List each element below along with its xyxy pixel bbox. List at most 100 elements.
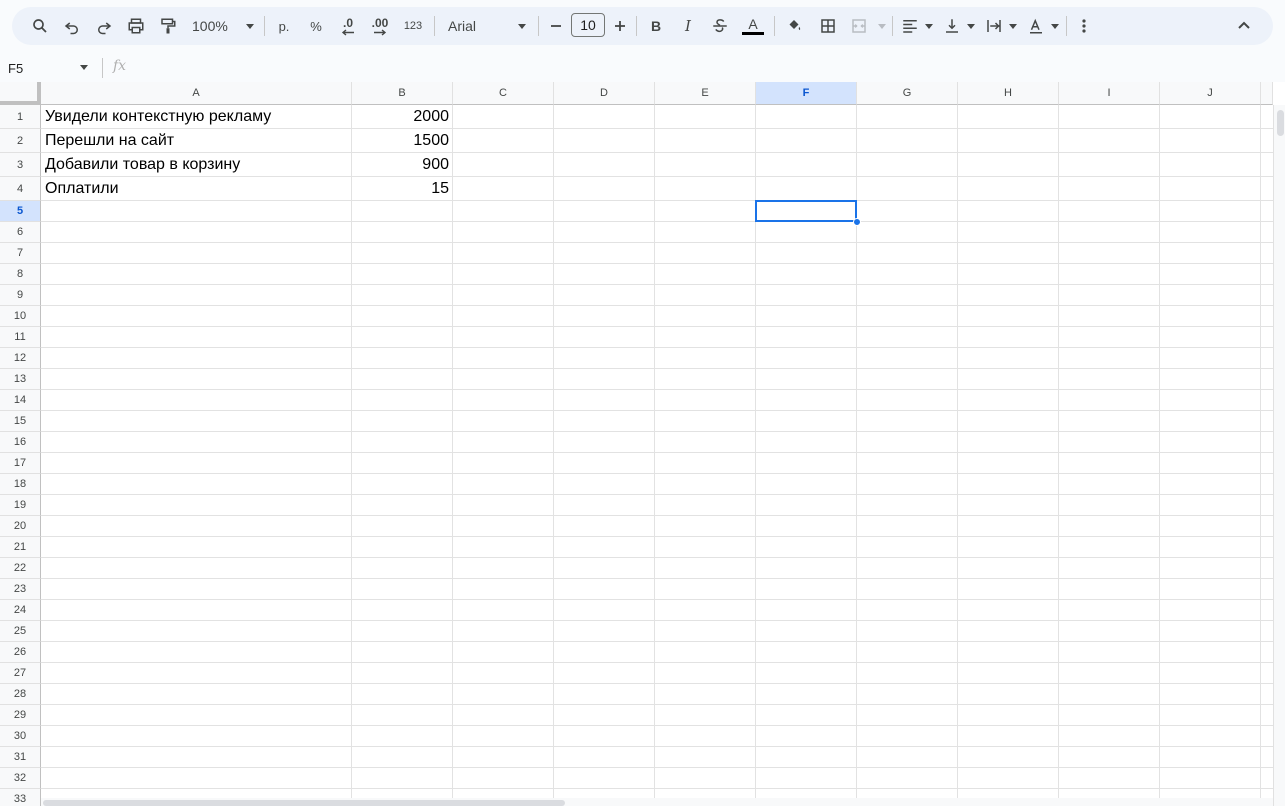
row-header-20[interactable]: 20	[0, 516, 41, 537]
grid-line	[41, 641, 1273, 642]
row-header-16[interactable]: 16	[0, 432, 41, 453]
row-header-28[interactable]: 28	[0, 684, 41, 705]
row-header-10[interactable]: 10	[0, 306, 41, 327]
decrease-font-size-button[interactable]	[546, 14, 566, 38]
bold-button[interactable]: B	[646, 14, 666, 38]
grid-line	[41, 326, 1273, 327]
decrease-decimal-button[interactable]: .0	[336, 14, 360, 38]
row-header-29[interactable]: 29	[0, 705, 41, 726]
increase-font-size-button[interactable]	[610, 14, 630, 38]
row-header-9[interactable]: 9	[0, 285, 41, 306]
row-header-18[interactable]: 18	[0, 474, 41, 495]
more-options-button[interactable]	[1074, 14, 1094, 38]
row-header-8[interactable]: 8	[0, 264, 41, 285]
percent-format-button[interactable]: %	[306, 14, 326, 38]
row-header-23[interactable]: 23	[0, 579, 41, 600]
active-cell-selection[interactable]	[755, 200, 857, 222]
fill-color-button[interactable]	[782, 14, 806, 38]
column-header-f[interactable]: F	[756, 82, 857, 105]
column-header-j[interactable]: J	[1160, 82, 1261, 105]
column-header-h[interactable]: H	[958, 82, 1059, 105]
horizontal-align-button[interactable]	[900, 14, 934, 38]
toolbar-divider	[636, 16, 637, 36]
row-header-25[interactable]: 25	[0, 621, 41, 642]
undo-icon	[64, 22, 78, 35]
cell-b3[interactable]: 900	[352, 153, 453, 177]
collapse-toolbar-button[interactable]	[1234, 14, 1254, 38]
grid-line	[1058, 105, 1059, 806]
row-header-19[interactable]: 19	[0, 495, 41, 516]
column-header-e[interactable]: E	[655, 82, 756, 105]
row-header-1[interactable]: 1	[0, 105, 41, 129]
column-header-b[interactable]: B	[352, 82, 453, 105]
row-header-33[interactable]: 33	[0, 789, 41, 806]
row-header-26[interactable]: 26	[0, 642, 41, 663]
row-header-22[interactable]: 22	[0, 558, 41, 579]
merge-cells-button[interactable]	[848, 14, 888, 38]
search-menus-button[interactable]	[28, 14, 52, 38]
formula-input[interactable]	[140, 56, 1270, 78]
more-formats-button[interactable]: 123	[400, 14, 426, 38]
currency-format-button[interactable]: р.	[274, 14, 294, 38]
cell-a4[interactable]: Оплатили	[41, 177, 352, 201]
row-header-5[interactable]: 5	[0, 201, 41, 222]
column-header-g[interactable]: G	[857, 82, 958, 105]
row-header-21[interactable]: 21	[0, 537, 41, 558]
row-header-6[interactable]: 6	[0, 222, 41, 243]
increase-decimal-button[interactable]: .00	[368, 14, 392, 38]
horizontal-scrollbar[interactable]	[41, 798, 1273, 806]
cell-b2[interactable]: 1500	[352, 129, 453, 153]
row-header-17[interactable]: 17	[0, 453, 41, 474]
text-rotation-button[interactable]	[1026, 14, 1060, 38]
zoom-select[interactable]: 100%	[190, 14, 256, 38]
name-box[interactable]: F5	[8, 59, 92, 77]
fill-handle[interactable]	[853, 218, 861, 226]
row-header-31[interactable]: 31	[0, 747, 41, 768]
grid-line	[41, 473, 1273, 474]
vertical-scrollbar[interactable]	[1273, 105, 1285, 806]
row-header-2[interactable]: 2	[0, 129, 41, 153]
text-color-button[interactable]: A	[740, 14, 766, 38]
row-header-27[interactable]: 27	[0, 663, 41, 684]
column-header-a[interactable]: A	[41, 82, 352, 105]
grid-line	[41, 368, 1273, 369]
undo-button[interactable]	[60, 14, 84, 38]
row-header-3[interactable]: 3	[0, 153, 41, 177]
borders-button[interactable]	[816, 14, 840, 38]
plus-icon	[615, 21, 625, 31]
vertical-align-button[interactable]	[942, 14, 976, 38]
column-header-i[interactable]: I	[1059, 82, 1160, 105]
cell-b1[interactable]: 2000	[352, 105, 453, 129]
grid-line	[41, 662, 1273, 663]
row-header-13[interactable]: 13	[0, 369, 41, 390]
print-button[interactable]	[124, 14, 148, 38]
strikethrough-button[interactable]	[710, 14, 730, 38]
row-header-32[interactable]: 32	[0, 768, 41, 789]
vertical-scroll-thumb[interactable]	[1277, 110, 1284, 136]
row-header-30[interactable]: 30	[0, 726, 41, 747]
cell-a3[interactable]: Добавили товар в корзину	[41, 153, 352, 177]
font-size-input[interactable]: 10	[571, 13, 605, 37]
row-header-12[interactable]: 12	[0, 348, 41, 369]
row-header-4[interactable]: 4	[0, 177, 41, 201]
row-header-11[interactable]: 11	[0, 327, 41, 348]
horizontal-scroll-thumb[interactable]	[43, 800, 565, 806]
column-header-c[interactable]: C	[453, 82, 554, 105]
font-family-select[interactable]: Arial	[444, 14, 530, 38]
row-header-24[interactable]: 24	[0, 600, 41, 621]
select-all-corner[interactable]	[0, 82, 41, 105]
paint-format-button[interactable]	[156, 14, 180, 38]
cell-a1[interactable]: Увидели контекстную рекламу	[41, 105, 352, 129]
sheet-grid[interactable]: A B C D E F G H I J 1 2 3 4 5 6 7 8 9 10 11 12 13 14 15 16 17 18 19 2…	[0, 82, 1285, 806]
cell-b4[interactable]: 15	[352, 177, 453, 201]
text-wrapping-button[interactable]	[984, 14, 1018, 38]
cell-a2[interactable]: Перешли на сайт	[41, 129, 352, 153]
grid-line	[957, 105, 958, 806]
row-header-15[interactable]: 15	[0, 411, 41, 432]
row-header-14[interactable]: 14	[0, 390, 41, 411]
italic-button[interactable]: I	[678, 14, 698, 38]
column-header-d[interactable]: D	[554, 82, 655, 105]
row-header-7[interactable]: 7	[0, 243, 41, 264]
redo-button[interactable]	[92, 14, 116, 38]
grid-line	[41, 263, 1273, 264]
